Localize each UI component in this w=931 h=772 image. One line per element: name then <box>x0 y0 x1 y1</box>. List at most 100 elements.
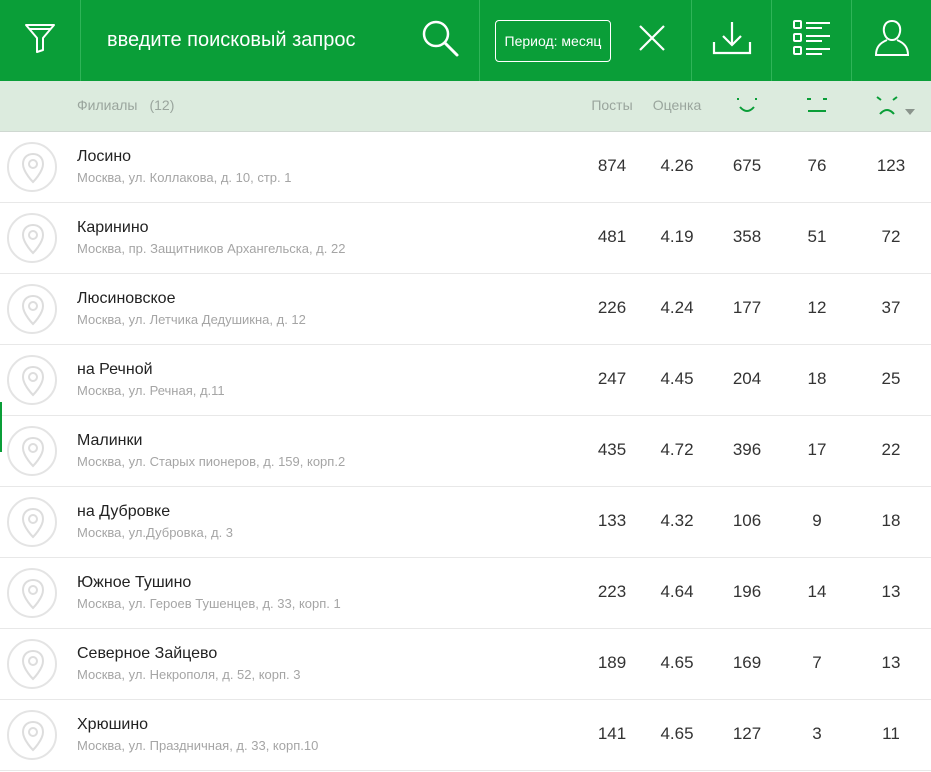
smile-icon <box>735 98 759 121</box>
table-row[interactable]: Каринино Москва, пр. Защитников Архангель… <box>0 203 931 274</box>
negative-value: 11 <box>882 724 900 743</box>
neutral-value: 12 <box>807 298 827 317</box>
branch-address: Москва, ул. Коллакова, д. 10, стр. 1 <box>77 170 292 185</box>
branch-pin <box>7 142 57 192</box>
clear-button[interactable] <box>620 0 684 81</box>
positive-value: 169 <box>732 653 762 672</box>
branch-address: Москва, ул. Праздничная, д. 33, корп.10 <box>77 738 319 753</box>
branches-title: Филиалы <box>77 97 138 113</box>
download-icon <box>712 20 752 61</box>
posts-value: 133 <box>597 511 627 530</box>
close-icon <box>637 23 667 58</box>
branch-pin <box>7 497 57 547</box>
positive-value: 106 <box>732 511 762 530</box>
branch-address: Москва, ул. Речная, д.11 <box>77 383 225 398</box>
branch-name[interactable]: Люсиновское <box>77 290 175 308</box>
posts-value: 247 <box>597 369 627 388</box>
branch-name[interactable]: на Речной <box>77 361 153 379</box>
positive-value: 675 <box>732 156 762 175</box>
score-value: 4.19 <box>660 227 694 246</box>
filter-button[interactable] <box>0 0 80 81</box>
table-row[interactable]: Северное Зайцево Москва, ул. Некрополя, д… <box>0 629 931 700</box>
filter-icon <box>23 21 57 60</box>
branch-name[interactable]: Каринино <box>77 219 149 237</box>
table-row[interactable]: Лосино Москва, ул. Коллакова, д. 10, стр.… <box>0 132 931 203</box>
active-row-indicator <box>0 402 2 452</box>
positive-value: 396 <box>732 440 762 459</box>
posts-value: 141 <box>597 724 627 743</box>
column-negative[interactable] <box>875 95 899 122</box>
table-row[interactable]: Люсиновское Москва, ул. Летчика Дедушикна… <box>0 274 931 345</box>
neutral-value: 76 <box>807 156 827 175</box>
column-posts[interactable]: Посты <box>582 81 642 131</box>
branch-name[interactable]: Малинки <box>77 432 142 450</box>
toolbar-divider <box>80 0 81 81</box>
score-value: 4.26 <box>660 156 694 175</box>
branch-name[interactable]: Южное Тушино <box>77 574 191 592</box>
branch-pin <box>7 355 57 405</box>
posts-value: 874 <box>597 156 627 175</box>
negative-value: 37 <box>881 298 901 317</box>
neutral-value: 14 <box>807 582 827 601</box>
user-profile-button[interactable] <box>852 0 931 81</box>
branch-address: Москва, ул.Дубровка, д. 3 <box>77 525 234 540</box>
positive-value: 177 <box>732 298 762 317</box>
score-value: 4.72 <box>660 440 694 459</box>
branch-pin <box>7 710 57 760</box>
score-value: 4.65 <box>660 653 694 672</box>
download-button[interactable] <box>692 0 771 81</box>
posts-value: 226 <box>597 298 627 317</box>
user-icon <box>874 18 910 63</box>
table-row[interactable]: Южное Тушино Москва, ул. Героев Тушенцев,… <box>0 558 931 629</box>
branch-name[interactable]: Хрюшино <box>77 716 148 734</box>
negative-value: 13 <box>881 653 901 672</box>
search-button[interactable] <box>405 0 475 81</box>
sort-desc-icon[interactable] <box>904 103 916 121</box>
neutral-value: 51 <box>807 227 827 246</box>
posts-value: 481 <box>597 227 627 246</box>
score-value: 4.64 <box>660 582 694 601</box>
branch-address: Москва, ул. Старых пионеров, д. 159, кор… <box>77 454 346 469</box>
neutral-value: 9 <box>812 511 822 530</box>
branch-address: Москва, ул. Некрополя, д. 52, корп. 3 <box>77 667 301 682</box>
search-icon <box>420 18 460 63</box>
score-value: 4.32 <box>660 511 694 530</box>
branch-address: Москва, ул. Летчика Дедушикна, д. 12 <box>77 312 306 327</box>
branch-pin <box>7 284 57 334</box>
score-value: 4.45 <box>660 369 694 388</box>
top-toolbar: введите поисковый запрос Период: месяц <box>0 0 931 81</box>
posts-value: 189 <box>597 653 627 672</box>
branch-address: Москва, ул. Героев Тушенцев, д. 33, корп… <box>77 596 341 611</box>
posts-value: 435 <box>597 440 627 459</box>
branches-heading: Филиалы (12) <box>77 81 174 131</box>
negative-value: 18 <box>881 511 901 530</box>
table-row[interactable]: на Речной Москва, ул. Речная, д.11 247 4.45… <box>0 345 931 416</box>
list-icon <box>792 18 832 63</box>
branch-name[interactable]: на Дубровке <box>77 503 170 521</box>
score-value: 4.24 <box>660 298 694 317</box>
branch-pin <box>7 639 57 689</box>
column-score[interactable]: Оценка <box>647 81 707 131</box>
neutral-value: 3 <box>812 724 822 743</box>
branch-name[interactable]: Лосино <box>77 148 131 166</box>
column-positive[interactable] <box>735 95 759 122</box>
branches-list: Лосино Москва, ул. Коллакова, д. 10, стр.… <box>0 132 931 771</box>
neutral-value: 18 <box>807 369 827 388</box>
list-view-button[interactable] <box>772 0 851 81</box>
negative-value: 25 <box>881 369 901 388</box>
table-row[interactable]: Малинки Москва, ул. Старых пионеров, д. 1… <box>0 416 931 487</box>
column-neutral[interactable] <box>805 95 829 122</box>
posts-value: 223 <box>597 582 627 601</box>
table-row[interactable]: Хрюшино Москва, ул. Праздничная, д. 33, к… <box>0 700 931 771</box>
sad-face-icon <box>875 96 899 121</box>
search-input[interactable]: введите поисковый запрос <box>107 0 356 81</box>
positive-value: 204 <box>732 369 762 388</box>
branch-name[interactable]: Северное Зайцево <box>77 645 217 663</box>
branch-address: Москва, пр. Защитников Архангельска, д. … <box>77 241 346 256</box>
negative-value: 22 <box>881 440 901 459</box>
positive-value: 196 <box>732 582 762 601</box>
period-select-button[interactable]: Период: месяц <box>495 20 611 62</box>
negative-value: 72 <box>881 227 901 246</box>
neutral-value: 17 <box>807 440 827 459</box>
table-row[interactable]: на Дубровке Москва, ул.Дубровка, д. 3 133 4… <box>0 487 931 558</box>
